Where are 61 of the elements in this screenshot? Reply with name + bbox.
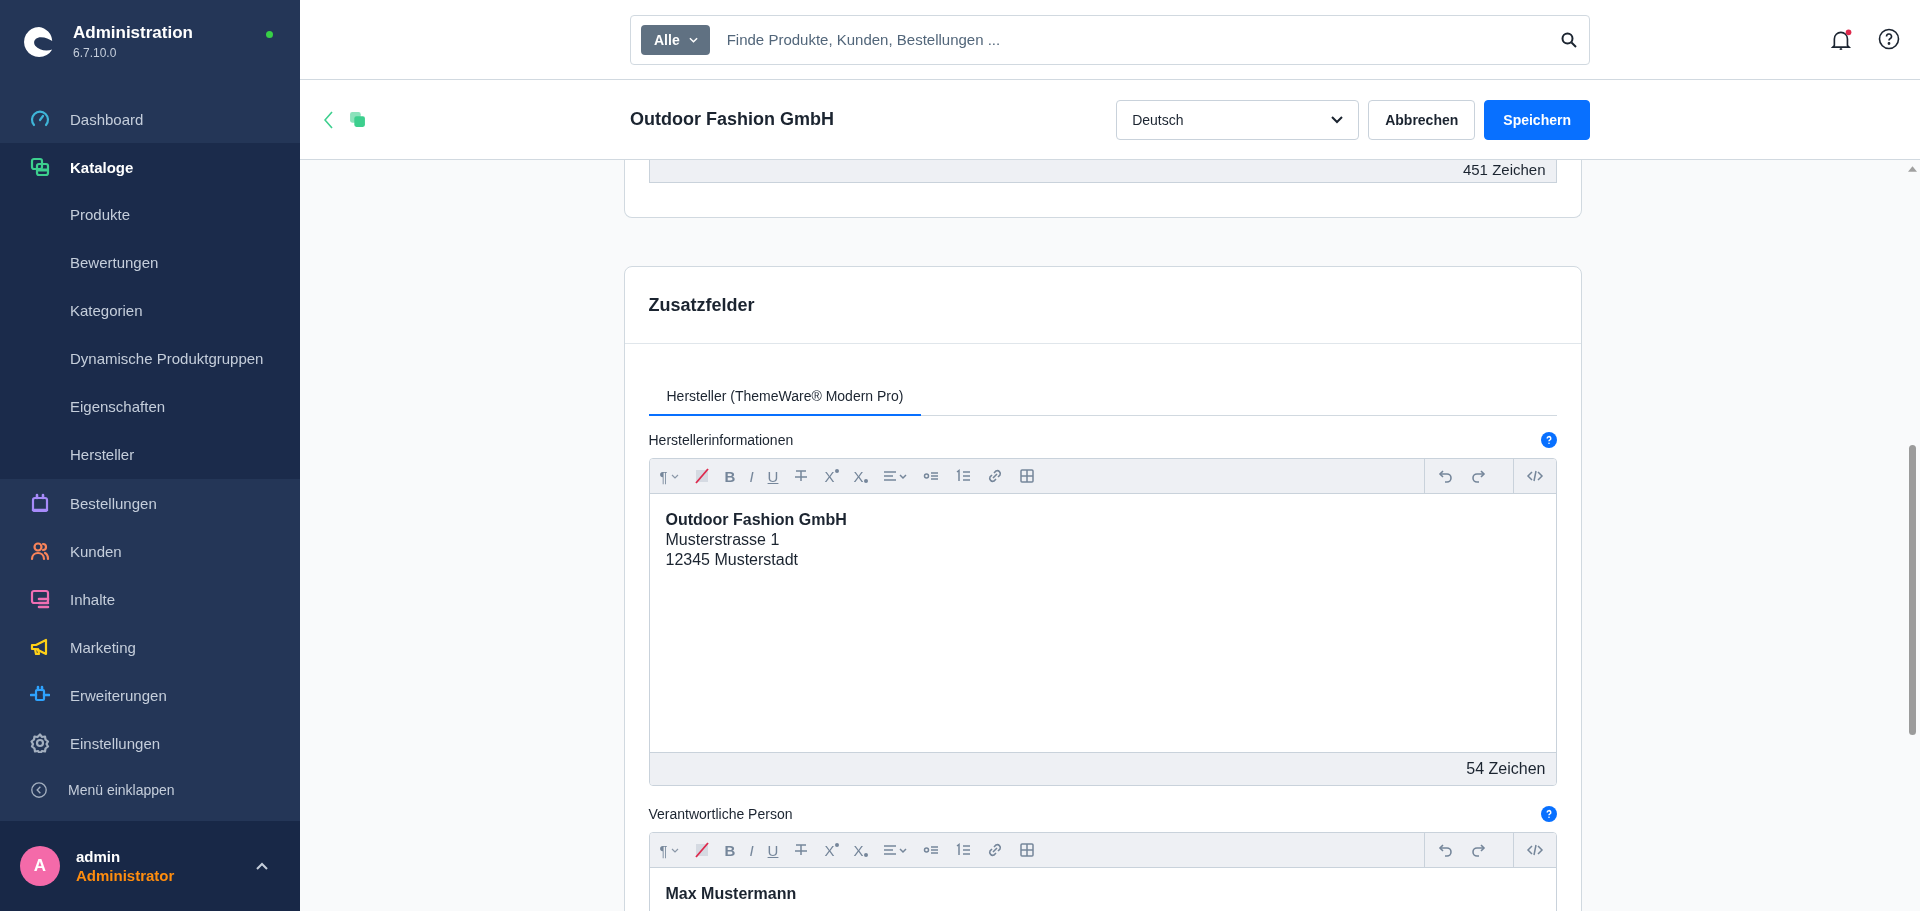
- dot-icon: [835, 843, 840, 847]
- chevron-down-icon: [688, 36, 698, 43]
- cancel-button[interactable]: Abbrechen: [1368, 99, 1476, 140]
- clear-format-icon[interactable]: [692, 841, 711, 859]
- copy-icon[interactable]: [349, 111, 366, 128]
- dot-icon: [864, 479, 869, 483]
- field-label: Verantwortliche Person: [648, 806, 793, 822]
- nav-subitem[interactable]: Eigenschaften: [0, 383, 300, 431]
- undo-icon[interactable]: [1436, 467, 1455, 485]
- nav-subitem[interactable]: Bewertungen: [0, 239, 300, 287]
- user-name: admin: [76, 848, 122, 865]
- table-icon[interactable]: [1018, 841, 1037, 859]
- undo-icon[interactable]: [1436, 841, 1455, 859]
- nav-subitem[interactable]: Kategorien: [0, 287, 300, 335]
- language-select[interactable]: Deutsch: [1116, 99, 1360, 140]
- dot-icon: [835, 469, 840, 473]
- character-counter: 54 Zeichen: [649, 752, 1556, 785]
- nav-item[interactable]: Dashboard: [0, 95, 300, 143]
- editor-text-line: Max Mustermann: [665, 884, 798, 904]
- editor-text-line: Outdoor Fashion GmbH: [665, 510, 848, 530]
- nav-subitem[interactable]: Produkte: [0, 191, 300, 239]
- version-label: 6.7.10.0: [73, 46, 118, 60]
- chevron-down-icon: [1331, 115, 1344, 124]
- search-field[interactable]: Alle Finde Produkte, Kunden, Bestellungen ...: [630, 14, 1590, 65]
- back-chevron-icon[interactable]: [324, 110, 334, 129]
- editor-text-line: Musterstrasse 1: [665, 530, 781, 550]
- nav-subitem[interactable]: Hersteller: [0, 431, 300, 479]
- nav-item[interactable]: Kunden: [0, 527, 300, 575]
- scrollbar-thumb[interactable]: [1909, 445, 1916, 735]
- table-icon[interactable]: [1018, 467, 1037, 485]
- text-editor[interactable]: ¶ B I U X X Max Mustermann: [648, 832, 1557, 911]
- character-counter: 451 Zeichen: [648, 160, 1557, 183]
- bell-icon[interactable]: [1830, 28, 1854, 52]
- caret-icon: [670, 847, 679, 853]
- collapse-menu-button[interactable]: Menü einklappen: [0, 767, 300, 813]
- nav-item[interactable]: Erweiterungen: [0, 671, 300, 719]
- search-icon[interactable]: [1561, 31, 1577, 48]
- nav-item[interactable]: Bestellungen: [0, 479, 300, 527]
- field-label: Herstellerinformationen: [648, 432, 794, 448]
- app-title: Administration: [73, 23, 193, 43]
- nav-subitem[interactable]: Dynamische Produktgruppen: [0, 335, 300, 383]
- clear-format-icon[interactable]: [692, 467, 711, 485]
- help-icon[interactable]: [1878, 28, 1900, 50]
- text-editor[interactable]: ¶ B I U X X Outdoor Fashion GmbH Musterstrasse 1 12345 Musterstadt 54 Zeichen: [648, 458, 1557, 786]
- chevron-up-icon[interactable]: [256, 862, 268, 870]
- dot-icon: [864, 853, 869, 857]
- nav-item[interactable]: Einstellungen: [0, 719, 300, 767]
- nav-item[interactable]: Inhalte: [0, 575, 300, 623]
- page-title: Outdoor Fashion GmbH: [630, 109, 834, 130]
- save-button[interactable]: Speichern: [1484, 99, 1590, 140]
- user-role: Administrator: [76, 867, 176, 884]
- caret-icon: [670, 473, 679, 479]
- avatar: A: [20, 846, 60, 886]
- chevron-left-circle-icon: [30, 781, 48, 799]
- nav-item[interactable]: Marketing: [0, 623, 300, 671]
- card-title: Zusatzfelder: [648, 294, 755, 316]
- nav-item[interactable]: Kataloge: [0, 143, 300, 191]
- scope-dropdown[interactable]: Alle: [641, 24, 710, 55]
- editor-text-line: 12345 Musterstadt: [665, 550, 800, 570]
- scroll-up-icon[interactable]: [1908, 166, 1917, 172]
- tab[interactable]: Hersteller (ThemeWare® Modern Pro): [648, 378, 922, 416]
